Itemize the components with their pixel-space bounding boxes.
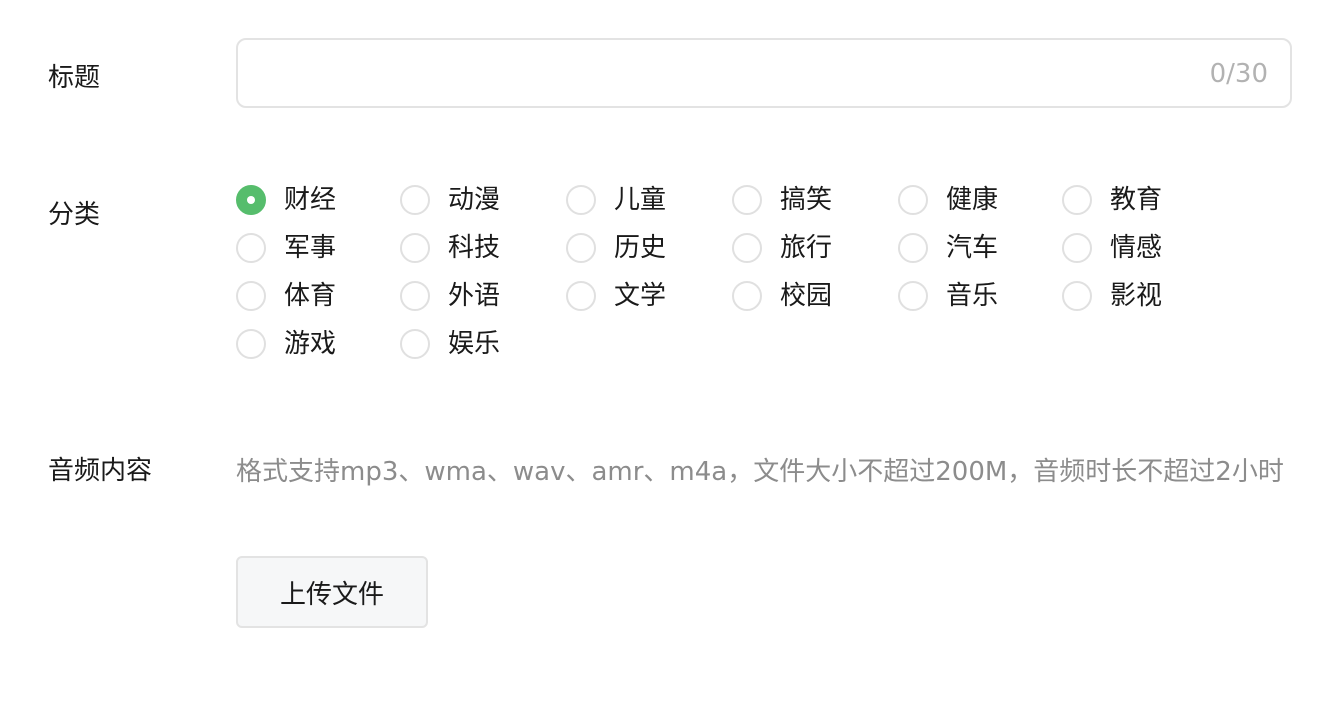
- category-option-label: 军事: [284, 233, 337, 263]
- category-option[interactable]: 娱乐: [400, 320, 500, 368]
- category-option[interactable]: 儿童: [566, 176, 666, 224]
- radio-circle-icon: [898, 185, 928, 215]
- title-char-counter: 0/30: [1209, 59, 1268, 89]
- category-option[interactable]: 体育: [236, 272, 336, 320]
- category-option-label: 情感: [1110, 233, 1163, 263]
- title-input[interactable]: [258, 40, 1182, 108]
- category-option-label: 旅行: [780, 233, 833, 263]
- category-option-label: 教育: [1110, 185, 1163, 215]
- category-option-label: 文学: [614, 281, 667, 311]
- audio-format-hint: 格式支持mp3、wma、wav、amr、m4a，文件大小不超过200M，音频时长…: [236, 457, 1284, 487]
- category-option-label: 财经: [284, 185, 337, 215]
- category-option[interactable]: 影视: [1062, 272, 1162, 320]
- category-option-label: 健康: [946, 185, 999, 215]
- radio-circle-icon: [400, 281, 430, 311]
- radio-circle-icon: [732, 185, 762, 215]
- radio-checked-icon: [236, 185, 266, 215]
- radio-circle-icon: [1062, 185, 1092, 215]
- category-option[interactable]: 动漫: [400, 176, 500, 224]
- category-option-label: 校园: [780, 281, 833, 311]
- category-option[interactable]: 搞笑: [732, 176, 832, 224]
- radio-circle-icon: [732, 281, 762, 311]
- category-option-label: 动漫: [448, 185, 501, 215]
- category-option[interactable]: 财经: [236, 176, 336, 224]
- radio-circle-icon: [236, 233, 266, 263]
- category-option-label: 历史: [614, 233, 667, 263]
- category-option-label: 搞笑: [780, 185, 833, 215]
- radio-circle-icon: [1062, 233, 1092, 263]
- radio-circle-icon: [898, 233, 928, 263]
- title-label: 标题: [48, 63, 101, 93]
- radio-circle-icon: [732, 233, 762, 263]
- category-option[interactable]: 外语: [400, 272, 500, 320]
- category-option[interactable]: 教育: [1062, 176, 1162, 224]
- category-label: 分类: [48, 200, 101, 230]
- radio-circle-icon: [400, 185, 430, 215]
- category-option-label: 儿童: [614, 185, 667, 215]
- category-option[interactable]: 科技: [400, 224, 500, 272]
- category-option[interactable]: 游戏: [236, 320, 336, 368]
- radio-circle-icon: [400, 233, 430, 263]
- category-option-label: 娱乐: [448, 329, 501, 359]
- category-option[interactable]: 汽车: [898, 224, 998, 272]
- category-option[interactable]: 旅行: [732, 224, 832, 272]
- audio-content-label: 音频内容: [48, 456, 153, 486]
- category-option-label: 体育: [284, 281, 337, 311]
- radio-circle-icon: [566, 185, 596, 215]
- category-option[interactable]: 文学: [566, 272, 666, 320]
- category-option-label: 游戏: [284, 329, 337, 359]
- category-option-label: 汽车: [946, 233, 999, 263]
- upload-file-button[interactable]: 上传文件: [236, 556, 428, 628]
- radio-circle-icon: [898, 281, 928, 311]
- category-option[interactable]: 历史: [566, 224, 666, 272]
- category-option[interactable]: 军事: [236, 224, 336, 272]
- category-option-label: 外语: [448, 281, 501, 311]
- radio-circle-icon: [236, 329, 266, 359]
- radio-circle-icon: [400, 329, 430, 359]
- category-option[interactable]: 情感: [1062, 224, 1162, 272]
- category-option-label: 影视: [1110, 281, 1163, 311]
- category-option[interactable]: 健康: [898, 176, 998, 224]
- category-option[interactable]: 校园: [732, 272, 832, 320]
- category-option-label: 音乐: [946, 281, 999, 311]
- category-option[interactable]: 音乐: [898, 272, 998, 320]
- category-option-label: 科技: [448, 233, 501, 263]
- title-input-box[interactable]: 0/30: [236, 38, 1292, 108]
- radio-circle-icon: [1062, 281, 1092, 311]
- radio-circle-icon: [236, 281, 266, 311]
- radio-circle-icon: [566, 233, 596, 263]
- radio-circle-icon: [566, 281, 596, 311]
